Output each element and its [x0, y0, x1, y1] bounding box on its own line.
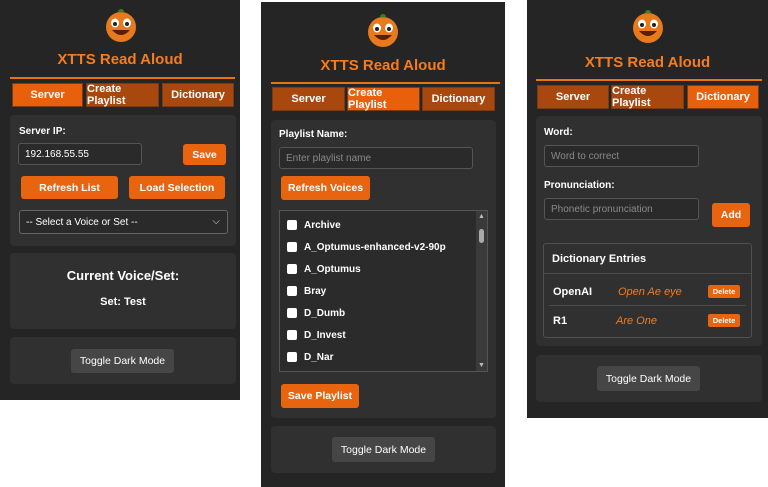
- tab-dictionary[interactable]: Dictionary: [687, 85, 759, 109]
- divider: [544, 273, 751, 274]
- entry-word: R1: [553, 315, 568, 327]
- voice-label: D_Nar: [304, 351, 334, 363]
- refresh-list-button[interactable]: Refresh List: [21, 176, 118, 199]
- voice-label: D_Dumb: [304, 307, 346, 319]
- voice-list-scrollbar[interactable]: ▲ ▼: [476, 211, 487, 371]
- server-ip-label: Server IP:: [19, 126, 66, 137]
- tab-create-playlist[interactable]: Create Playlist: [86, 83, 159, 107]
- list-item[interactable]: Archive: [287, 218, 341, 232]
- voice-label: Archive: [304, 219, 341, 231]
- playlist-panel: XTTS Read Aloud Server Create Playlist D…: [261, 2, 505, 487]
- entry-pronunciation: Open Ae eye: [618, 286, 682, 298]
- checkbox[interactable]: [287, 330, 297, 340]
- load-selection-button[interactable]: Load Selection: [129, 176, 225, 199]
- tab-server[interactable]: Server: [537, 85, 609, 109]
- list-item[interactable]: A_Optumus: [287, 262, 361, 276]
- chevron-down-icon: ⌵: [212, 216, 220, 227]
- server-settings-card: Server IP: 192.168.55.55 Save Refresh Li…: [10, 115, 236, 246]
- list-item[interactable]: Bray: [287, 284, 326, 298]
- voice-select[interactable]: -- Select a Voice or Set -- ⌵: [19, 210, 228, 234]
- dictionary-entries-heading: Dictionary Entries: [552, 253, 647, 265]
- playlist-card: Playlist Name: Enter playlist name Refre…: [271, 120, 496, 418]
- checkbox[interactable]: [287, 220, 297, 230]
- tab-dictionary[interactable]: Dictionary: [162, 83, 234, 107]
- list-item[interactable]: D_Dumb: [287, 306, 345, 320]
- current-voice-heading: Current Voice/Set:: [66, 268, 180, 283]
- add-entry-button[interactable]: Add: [712, 203, 750, 227]
- list-item[interactable]: D_Invest: [287, 328, 346, 342]
- toggle-dark-mode-button[interactable]: Toggle Dark Mode: [597, 366, 700, 391]
- app-title: XTTS Read Aloud: [320, 57, 446, 74]
- playlist-name-input[interactable]: Enter playlist name: [279, 147, 473, 169]
- scroll-up-icon[interactable]: ▲: [478, 213, 485, 220]
- title-rule: [10, 77, 235, 79]
- divider: [549, 305, 746, 306]
- pumpkin-logo-icon: [633, 10, 663, 43]
- current-voice-value: Set: Test: [100, 296, 146, 308]
- checkbox[interactable]: [287, 352, 297, 362]
- app-title: XTTS Read Aloud: [584, 54, 711, 71]
- entry-word: OpenAI: [553, 286, 593, 298]
- tab-create-playlist[interactable]: Create Playlist: [611, 85, 684, 109]
- voice-label: D_Invest: [304, 329, 346, 341]
- tab-server[interactable]: Server: [12, 83, 83, 107]
- voice-list[interactable]: Archive A_Optumus-enhanced-v2-90p A_Optu…: [279, 210, 488, 372]
- save-ip-button[interactable]: Save: [183, 144, 226, 165]
- list-item[interactable]: A_Optumus-enhanced-v2-90p: [287, 240, 446, 254]
- pumpkin-logo-icon: [368, 14, 398, 47]
- dictionary-panel: XTTS Read Aloud Server Create Playlist D…: [527, 0, 768, 418]
- voice-label: Bray: [304, 285, 327, 297]
- toggle-card: Toggle Dark Mode: [536, 355, 762, 402]
- server-panel: XTTS Read Aloud Server Create Playlist D…: [0, 0, 240, 400]
- scroll-down-icon[interactable]: ▼: [478, 362, 485, 369]
- playlist-name-label: Playlist Name:: [279, 129, 348, 140]
- dictionary-card: Word: Word to correct Pronunciation: Pho…: [536, 116, 762, 346]
- toggle-dark-mode-button[interactable]: Toggle Dark Mode: [71, 349, 174, 373]
- tab-dictionary[interactable]: Dictionary: [422, 87, 495, 111]
- title-rule: [536, 79, 762, 81]
- list-item[interactable]: D_Nar: [287, 350, 333, 364]
- voice-label: A_Optumus-enhanced-v2-90p: [304, 241, 446, 253]
- checkbox[interactable]: [287, 264, 297, 274]
- toggle-dark-mode-button[interactable]: Toggle Dark Mode: [332, 437, 435, 462]
- word-label: Word:: [544, 127, 573, 138]
- word-input[interactable]: Word to correct: [544, 145, 699, 167]
- app-title: XTTS Read Aloud: [57, 51, 183, 68]
- pronunciation-input[interactable]: Phonetic pronunciation: [544, 198, 699, 220]
- voice-select-value: -- Select a Voice or Set --: [26, 216, 138, 228]
- tab-create-playlist[interactable]: Create Playlist: [347, 87, 420, 111]
- checkbox[interactable]: [287, 242, 297, 252]
- checkbox[interactable]: [287, 308, 297, 318]
- toggle-card: Toggle Dark Mode: [10, 337, 236, 384]
- delete-entry-button[interactable]: Delete: [708, 285, 740, 298]
- save-playlist-button[interactable]: Save Playlist: [281, 384, 359, 408]
- entry-pronunciation: Are One: [616, 315, 657, 327]
- toggle-card: Toggle Dark Mode: [271, 426, 496, 473]
- pronunciation-label: Pronunciation:: [544, 180, 615, 191]
- delete-entry-button[interactable]: Delete: [708, 314, 740, 327]
- scrollbar-thumb[interactable]: [479, 229, 484, 243]
- tab-server[interactable]: Server: [272, 87, 345, 111]
- dictionary-entries-box: Dictionary Entries OpenAI Open Ae eye De…: [543, 243, 752, 338]
- refresh-voices-button[interactable]: Refresh Voices: [281, 176, 370, 200]
- voice-label: A_Optumus: [304, 263, 361, 275]
- checkbox[interactable]: [287, 286, 297, 296]
- title-rule: [271, 82, 500, 84]
- pumpkin-logo-icon: [106, 9, 136, 42]
- current-voice-card: Current Voice/Set: Set: Test: [10, 253, 236, 329]
- server-ip-input[interactable]: 192.168.55.55: [18, 143, 142, 165]
